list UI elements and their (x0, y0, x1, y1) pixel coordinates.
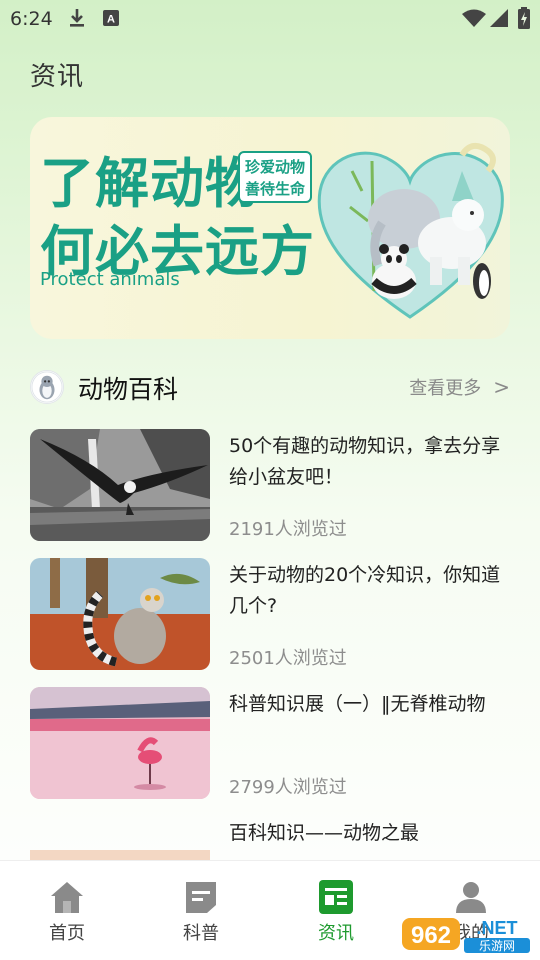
article-thumbnail (30, 850, 210, 860)
article-title: 50个有趣的动物知识，拿去分享给小盆友吧！ (229, 435, 501, 488)
chevron-right-icon: > (493, 375, 510, 399)
see-more-link[interactable]: 查看更多 > (409, 374, 510, 400)
news-icon (319, 880, 353, 914)
article-item[interactable]: 关于动物的20个冷知识，你知道几个? 2501人浏览过 (30, 558, 510, 672)
article-title: 关于动物的20个冷知识，你知道几个? (229, 564, 501, 617)
banner-badge: 珍爱动物 善待生命 (238, 151, 312, 203)
article-title: 百科知识——动物之最 (229, 822, 420, 844)
app-a-icon: A (103, 10, 119, 26)
promo-banner[interactable]: 了解动物 何必去远方 Protect animals 珍爱动物 善待生命 (30, 117, 510, 339)
status-time: 6:24 (10, 8, 53, 30)
article-item[interactable]: 科普知识展（一）‖无脊椎动物 2799人浏览过 (30, 687, 510, 801)
status-bar: 6:24 A (0, 0, 540, 36)
svg-text:.NET: .NET (476, 918, 517, 938)
document-icon (186, 882, 216, 913)
banner-badge-line1: 珍爱动物 (244, 158, 305, 176)
banner-subtitle: Protect animals (40, 269, 180, 290)
section-header: 动物百科 查看更多 > (30, 366, 510, 410)
banner-badge-line2: 善待生命 (244, 180, 305, 198)
article-thumbnail (30, 687, 210, 799)
svg-text:A: A (107, 14, 115, 26)
tab-science[interactable]: 科普 (151, 861, 251, 960)
section-title: 动物百科 (78, 375, 179, 404)
svg-text:962: 962 (411, 922, 451, 949)
penguin-icon (30, 370, 64, 404)
tab-home-label: 首页 (49, 923, 85, 944)
tab-home[interactable]: 首页 (17, 861, 117, 960)
article-item[interactable]: 百科知识——动物之最 (30, 816, 510, 860)
animals-heart-illustration (317, 142, 504, 319)
tab-science-label: 科普 (183, 923, 219, 944)
wifi-icon (462, 9, 486, 27)
signal-icon (490, 9, 508, 27)
tab-news-label: 资讯 (318, 923, 354, 944)
article-views: 2501人浏览过 (229, 648, 347, 669)
battery-charging-icon (518, 7, 530, 29)
tab-news[interactable]: 资讯 (286, 861, 386, 960)
svg-text:乐游网: 乐游网 (479, 939, 515, 953)
article-thumbnail (30, 429, 210, 541)
download-icon (70, 9, 84, 27)
article-views: 2191人浏览过 (229, 519, 347, 540)
see-more-label: 查看更多 (409, 378, 482, 399)
site-watermark-logo: 962 .NET 乐游网 (402, 918, 530, 953)
article-title: 科普知识展（一）‖无脊椎动物 (229, 693, 486, 715)
page-title: 资讯 (30, 62, 85, 92)
article-item[interactable]: 50个有趣的动物知识，拿去分享给小盆友吧！ 2191人浏览过 (30, 429, 510, 543)
article-views: 2799人浏览过 (229, 777, 347, 798)
article-thumbnail (30, 558, 210, 670)
profile-icon (456, 882, 486, 913)
home-icon (51, 882, 83, 913)
